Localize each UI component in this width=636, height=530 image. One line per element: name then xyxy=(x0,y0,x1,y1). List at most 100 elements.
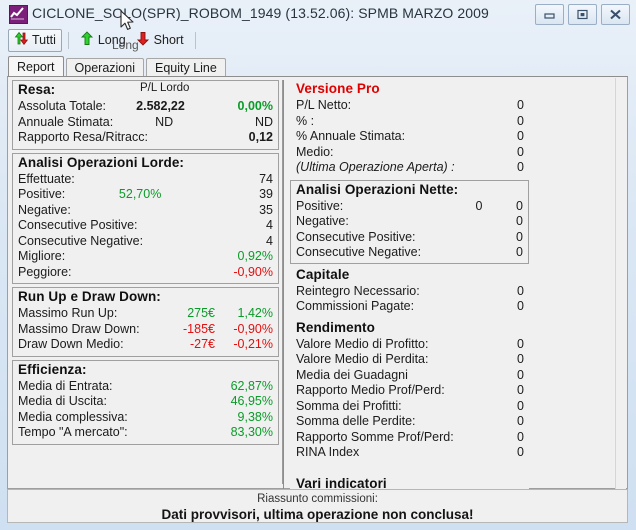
row-valore-medio-profitto: Valore Medio di Profitto: 0 xyxy=(296,337,524,353)
row-label: Consecutive Negative: xyxy=(18,233,144,248)
filter-short-button[interactable]: Short xyxy=(131,30,189,51)
close-button[interactable] xyxy=(601,4,630,25)
row-label: Consecutive Negative: xyxy=(296,245,422,259)
row-consecutive-negative: Consecutive Negative: 4 xyxy=(18,234,273,250)
row-label: RINA Index xyxy=(296,445,360,459)
row-label: Draw Down Medio: xyxy=(18,337,124,351)
row-value: 2.582,22 xyxy=(136,99,185,113)
row-rapporto-medio-prof-perd: Rapporto Medio Prof/Perd: 0 xyxy=(296,383,524,399)
window-title: CICLONE_SOLO(SPR)_ROBOM_1949 (13.52.06):… xyxy=(32,5,489,21)
row-somma-delle-perdite: Somma delle Perdite: 0 xyxy=(296,414,524,430)
row-label: Tempo "A mercato": xyxy=(18,425,128,439)
vertical-scrollbar[interactable] xyxy=(615,78,626,489)
row-pct: 1,42% xyxy=(237,306,273,320)
row-value: -0,90% xyxy=(233,264,273,279)
row-pct: 0,00% xyxy=(237,99,273,113)
tab-operazioni[interactable]: Operazioni xyxy=(65,58,144,78)
row-value: 0 xyxy=(516,229,523,244)
row-value: 83,30% xyxy=(230,425,273,439)
row-label: Migliore: xyxy=(18,249,66,263)
toolbar-separator-1 xyxy=(67,31,69,49)
filter-short-label: Short xyxy=(153,32,184,47)
minimize-button[interactable] xyxy=(535,4,564,25)
row-rapporto-resa-ritracc: Rapporto Resa/Ritracc: 0,12 xyxy=(18,130,273,146)
row-negative: Negative: 35 xyxy=(18,203,273,219)
tooltip-ghost-label: Long xyxy=(112,38,139,52)
row-label: Medio: xyxy=(296,144,334,159)
row-percent: % : 0 xyxy=(296,114,524,130)
row-valore-medio-perdita: Valore Medio di Perdita: 0 xyxy=(296,352,524,368)
status-footer: Riassunto commissioni: Dati provvisori, … xyxy=(7,489,628,523)
row-pct: -0,90% xyxy=(233,321,273,336)
filter-all-button[interactable]: Tutti xyxy=(8,28,62,52)
row-consecutive-positive-nette: Consecutive Positive: 0 xyxy=(296,230,523,246)
tab-bar: Report Operazioni Equity Line xyxy=(8,56,228,78)
row-consecutive-positive: Consecutive Positive: 4 xyxy=(18,218,273,234)
row-value: 0 xyxy=(517,367,524,382)
all-arrows-icon xyxy=(14,31,29,49)
row-label: Negative: xyxy=(296,214,349,228)
row-draw-down-medio: Draw Down Medio: -27€ -0,21% xyxy=(18,337,273,353)
row-value: -27€ xyxy=(189,337,215,351)
row-label: Reintegro Necessario: xyxy=(296,283,420,298)
row-value: 0 xyxy=(517,299,524,313)
group-runup-title: Run Up e Draw Down: xyxy=(18,289,161,304)
row-label: (Ultima Operazione Aperta) : xyxy=(296,160,455,174)
row-value: 275€ xyxy=(187,306,215,320)
row-value: 46,95% xyxy=(230,394,273,408)
row-medio: Medio: 0 xyxy=(296,145,524,161)
row-value: 4 xyxy=(266,218,273,232)
row-value: 0 xyxy=(517,398,524,413)
group-versione-pro: Versione Pro P/L Netto: 0 % : 0 % Annual… xyxy=(290,80,529,178)
right-column: Versione Pro P/L Netto: 0 % : 0 % Annual… xyxy=(283,80,529,497)
group-run-up-draw-down: Run Up e Draw Down: Massimo Run Up: 275€… xyxy=(12,287,279,357)
group-resa: Resa: P/L Lordo Assoluta Totale: 2.582,2… xyxy=(12,80,279,150)
row-commissioni-pagate: Commissioni Pagate: 0 xyxy=(296,299,524,315)
row-pl-netto: P/L Netto: 0 xyxy=(296,98,524,114)
row-value: 0 xyxy=(517,283,524,298)
row-rina-index: RINA Index 0 xyxy=(296,445,524,461)
row-label: % : xyxy=(296,113,315,128)
title-bar[interactable]: CICLONE_SOLO(SPR)_ROBOM_1949 (13.52.06):… xyxy=(0,0,636,27)
row-media-dei-guadagni: Media dei Guadagni 0 xyxy=(296,368,524,384)
up-arrow-icon xyxy=(80,31,95,49)
row-label: Somma delle Perdite: xyxy=(296,414,416,428)
row-value: 0 xyxy=(517,160,524,174)
report-panel: Resa: P/L Lordo Assoluta Totale: 2.582,2… xyxy=(7,76,628,497)
row-value: 0 xyxy=(517,336,524,351)
row-label: Positive: xyxy=(296,198,344,213)
group-rendimento: Rendimento Valore Medio di Profitto: 0 V… xyxy=(290,318,529,463)
row-label: Annuale Stimata: xyxy=(18,114,114,129)
group-versione-pro-title: Versione Pro xyxy=(296,81,380,96)
group-analisi-lorde-title: Analisi Operazioni Lorde: xyxy=(18,154,185,170)
row-media-di-uscita: Media di Uscita: 46,95% xyxy=(18,394,273,410)
pl-lordo-subheader: P/L Lordo xyxy=(140,82,190,94)
row-percent-annuale-stimata: % Annuale Stimata: 0 xyxy=(296,129,524,145)
row-label: Rapporto Resa/Ritracc: xyxy=(18,130,148,144)
row-tempo-a-mercato: Tempo "A mercato": 83,30% xyxy=(18,425,273,441)
tab-equity-line[interactable]: Equity Line xyxy=(145,58,226,78)
restore-button[interactable] xyxy=(568,4,597,25)
row-value: 62,87% xyxy=(230,378,273,393)
row-value: 0 xyxy=(517,445,524,459)
row-massimo-draw-down: Massimo Draw Down: -185€ -0,90% xyxy=(18,322,273,338)
group-analisi-nette-title: Analisi Operazioni Nette: xyxy=(296,181,459,197)
row-value: 0 xyxy=(516,245,523,259)
row-value: 0 xyxy=(517,352,524,366)
row-media-complessiva: Media complessiva: 9,38% xyxy=(18,410,273,426)
row-mid: 52,70% xyxy=(118,187,162,201)
row-value: ND xyxy=(155,114,174,129)
row-value: 0 xyxy=(517,429,524,444)
row-rapporto-somme-prof-perd: Rapporto Somme Prof/Perd: 0 xyxy=(296,430,524,446)
row-mid: 0 xyxy=(475,198,483,213)
row-annuale-stimata: Annuale Stimata: ND ND xyxy=(18,115,273,131)
row-label: Negative: xyxy=(18,202,71,217)
row-label: Valore Medio di Profitto: xyxy=(296,336,429,351)
row-label: Media dei Guadagni xyxy=(296,367,408,382)
row-value: 0 xyxy=(517,98,524,112)
row-label: % Annuale Stimata: xyxy=(296,129,406,143)
tab-report[interactable]: Report xyxy=(8,56,64,78)
group-rendimento-title: Rendimento xyxy=(296,319,376,335)
chart-icon xyxy=(9,5,28,24)
toolbar: Tutti Long Short Long xyxy=(0,27,636,53)
